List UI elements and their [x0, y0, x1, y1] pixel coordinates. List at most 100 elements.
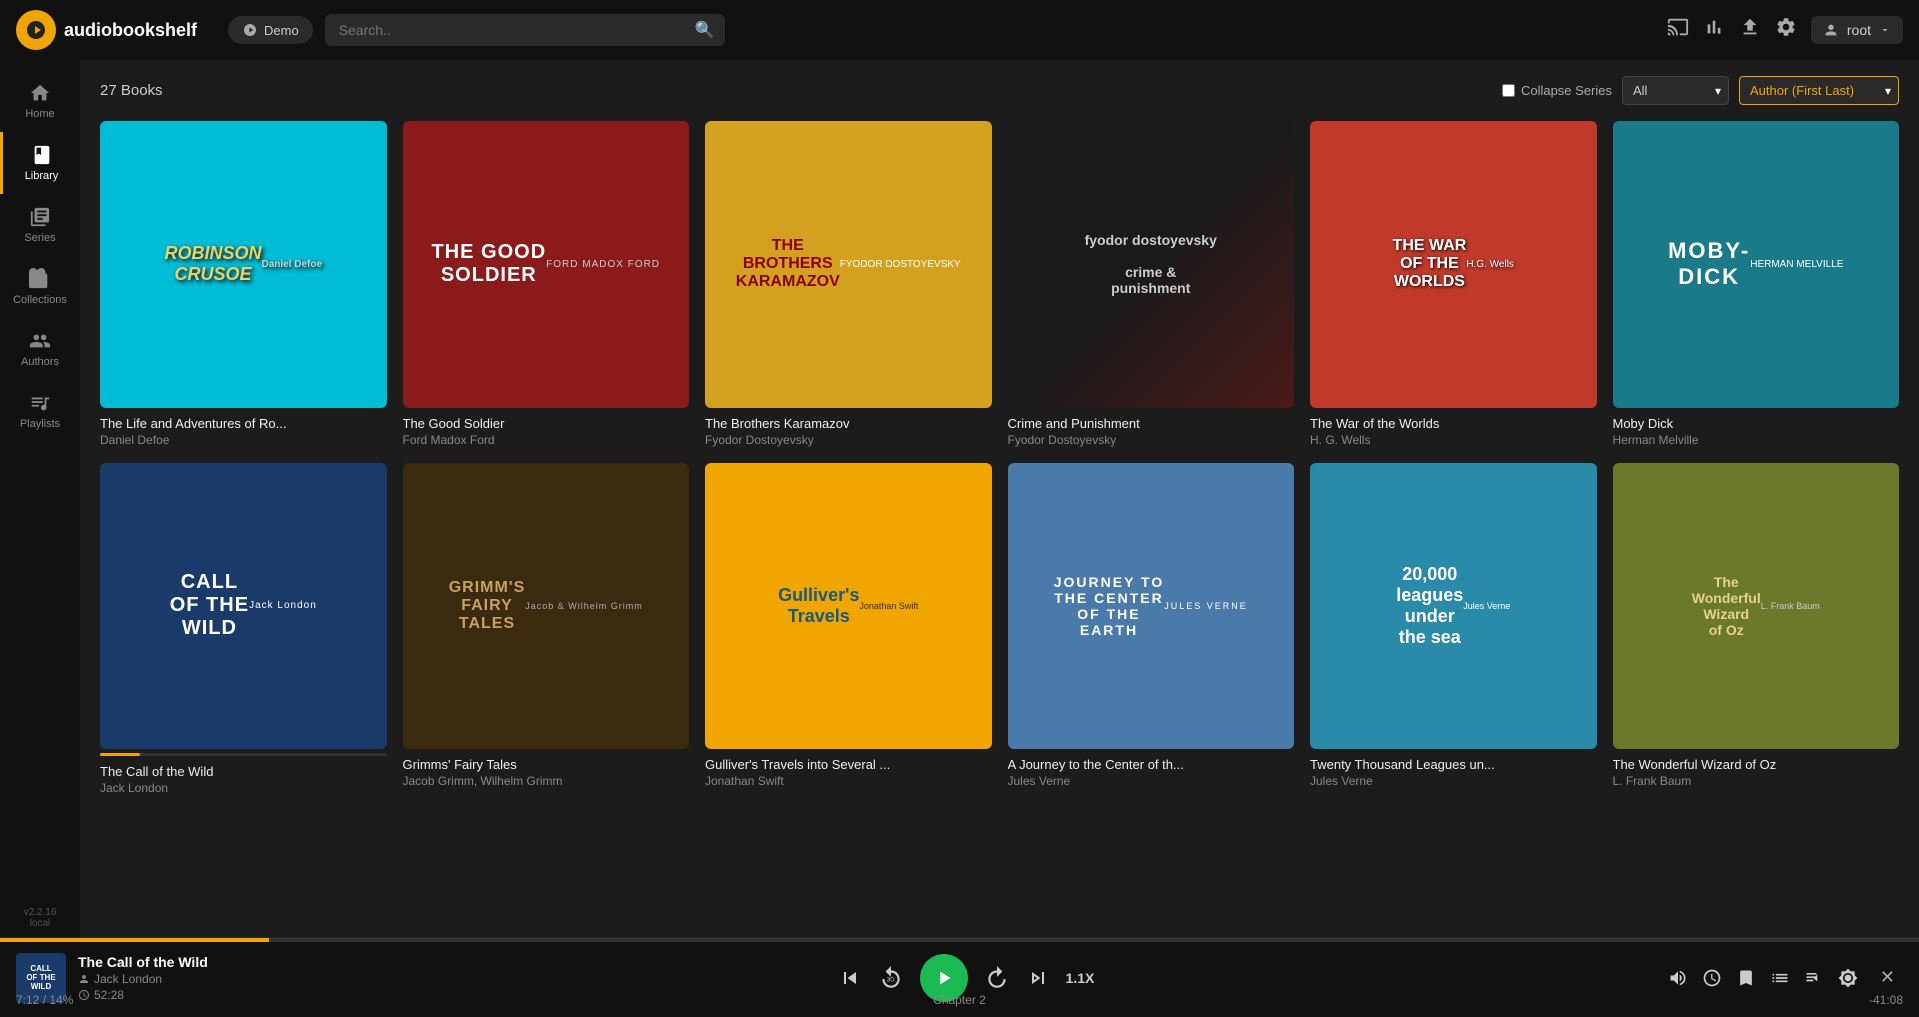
search-bar: 🔍: [325, 14, 725, 46]
cast-icon[interactable]: [1667, 16, 1689, 44]
speed-button[interactable]: 1.1X: [1066, 970, 1095, 986]
top-nav: audiobookshelf Demo 🔍 root: [0, 0, 1919, 60]
app-name: audiobookshelf: [64, 20, 197, 41]
book-cover-7: CALLOF THEWILDJack London: [100, 463, 387, 750]
book-cover-8: GRIMM'SFAIRYTALESJacob & Wilhelm Grimm: [403, 463, 690, 750]
toolbar: 27 Books Collapse Series All Finished In…: [100, 76, 1899, 105]
skip-to-end-button[interactable]: [1026, 966, 1050, 990]
book-cover-1: ROBINSONCRUSOEDaniel Defoe: [100, 121, 387, 408]
settings-icon[interactable]: [1775, 16, 1797, 44]
chapter-label: Chapter 2: [933, 993, 986, 1007]
book-card-4[interactable]: fyodor dostoyevskycrime &punishment Crim…: [1008, 121, 1295, 447]
book-cover-10: JOURNEY TOTHE CENTEROF THEEARTHJules Ver…: [1008, 463, 1295, 750]
book-card-12[interactable]: TheWonderfulWizardof OzL. Frank Baum The…: [1613, 463, 1900, 796]
logo-area: audiobookshelf: [16, 10, 216, 50]
sidebar: Home Library Series Collections Authors …: [0, 60, 80, 937]
book-cover-5: THE WAROF THEWORLDSH.G. Wells: [1310, 121, 1597, 408]
book-title-1: The Life and Adventures of Ro...: [100, 416, 387, 431]
search-icon[interactable]: 🔍: [695, 20, 715, 40]
book-cover-12: TheWonderfulWizardof OzL. Frank Baum: [1613, 463, 1900, 750]
sidebar-version: v2.2.16 local: [16, 899, 65, 937]
main-content: 27 Books Collapse Series All Finished In…: [80, 60, 1919, 937]
sidebar-label-library: Library: [25, 170, 59, 182]
book-title-3: The Brothers Karamazov: [705, 416, 992, 431]
upload-icon[interactable]: [1739, 16, 1761, 44]
player-bar: CALLOF THEWILD The Call of the Wild Jack…: [0, 937, 1919, 1017]
book-cover-3: THEBROTHERSKARAMAZOVFyodor Dostoyevsky: [705, 121, 992, 408]
book-title-6: Moby Dick: [1613, 416, 1900, 431]
player-duration-value: 52:28: [94, 988, 124, 1002]
book-grid: ROBINSONCRUSOEDaniel Defoe The Life and …: [100, 121, 1899, 795]
player-duration: 52:28: [78, 988, 264, 1002]
demo-badge[interactable]: Demo: [228, 16, 313, 44]
user-menu[interactable]: root: [1811, 16, 1903, 44]
sidebar-label-authors: Authors: [21, 356, 59, 368]
book-card-3[interactable]: THEBROTHERSKARAMAZOVFyodor Dostoyevsky T…: [705, 121, 992, 447]
chapters-button[interactable]: [1770, 968, 1790, 988]
stats-icon[interactable]: [1703, 16, 1725, 44]
book-title-9: Gulliver's Travels into Several ...: [705, 757, 992, 772]
book-card-5[interactable]: THE WAROF THEWORLDSH.G. Wells The War of…: [1310, 121, 1597, 447]
sidebar-label-collections: Collections: [13, 294, 67, 306]
book-card-6[interactable]: MOBY-DICKHERMAN MELVILLE Moby Dick Herma…: [1613, 121, 1900, 447]
queue-button[interactable]: [1804, 968, 1824, 988]
book-cover-2: THE GOODSOLDIERFORD MADOX FORD: [403, 121, 690, 408]
book-author-6: Herman Melville: [1613, 433, 1900, 447]
book-title-7: The Call of the Wild: [100, 764, 387, 779]
book-author-8: Jacob Grimm, Wilhelm Grimm: [403, 774, 690, 788]
logo-icon: [16, 10, 56, 50]
book-card-7[interactable]: CALLOF THEWILDJack London The Call of th…: [100, 463, 387, 796]
sidebar-item-collections[interactable]: Collections: [0, 256, 80, 318]
book-card-9[interactable]: Gulliver'sTravelsJonathan Swift Gulliver…: [705, 463, 992, 796]
book-card-8[interactable]: GRIMM'SFAIRYTALESJacob & Wilhelm Grimm G…: [403, 463, 690, 796]
volume-button[interactable]: [1668, 968, 1688, 988]
sidebar-item-series[interactable]: Series: [0, 194, 80, 256]
player-progress-bar[interactable]: [0, 938, 1919, 942]
theme-button[interactable]: [1838, 968, 1858, 988]
svg-text:30: 30: [886, 976, 894, 983]
username: root: [1847, 22, 1871, 38]
player-right-controls: ✕: [1652, 959, 1919, 996]
sidebar-item-authors[interactable]: Authors: [0, 318, 80, 380]
book-author-5: H. G. Wells: [1310, 433, 1597, 447]
player-meta: The Call of the Wild Jack London 52:28: [78, 954, 264, 1002]
sidebar-item-playlists[interactable]: Playlists: [0, 380, 80, 442]
book-title-12: The Wonderful Wizard of Oz: [1613, 757, 1900, 772]
book-author-1: Daniel Defoe: [100, 433, 387, 447]
filter-select[interactable]: All Finished In Progress Unread: [1622, 76, 1729, 105]
book-card-2[interactable]: THE GOODSOLDIERFORD MADOX FORD The Good …: [403, 121, 690, 447]
book-card-10[interactable]: JOURNEY TOTHE CENTEROF THEEARTHJules Ver…: [1008, 463, 1295, 796]
player-author: Jack London: [78, 972, 264, 986]
book-title-2: The Good Soldier: [403, 416, 690, 431]
book-card-1[interactable]: ROBINSONCRUSOEDaniel Defoe The Life and …: [100, 121, 387, 447]
book-author-3: Fyodor Dostoyevsky: [705, 433, 992, 447]
player-time-remaining: -41:08: [1869, 993, 1903, 1007]
top-nav-right: root: [1667, 16, 1903, 44]
book-title-10: A Journey to the Center of th...: [1008, 757, 1295, 772]
collapse-series-checkbox[interactable]: [1502, 84, 1515, 97]
sleep-timer-button[interactable]: [1702, 968, 1722, 988]
toolbar-right: Collapse Series All Finished In Progress…: [1502, 76, 1899, 105]
sidebar-item-library[interactable]: Library: [0, 132, 80, 194]
close-player-button[interactable]: ✕: [1872, 959, 1903, 996]
book-title-4: Crime and Punishment: [1008, 416, 1295, 431]
fast-forward-button[interactable]: [984, 965, 1010, 991]
sort-select[interactable]: Author (First Last) Title Added Publishe…: [1739, 76, 1899, 105]
book-author-2: Ford Madox Ford: [403, 433, 690, 447]
search-input[interactable]: [325, 14, 725, 46]
book-cover-4: fyodor dostoyevskycrime &punishment: [1008, 121, 1295, 408]
book-card-11[interactable]: 20,000leaguesunderthe seaJules Verne Twe…: [1310, 463, 1597, 796]
book-title-5: The War of the Worlds: [1310, 416, 1597, 431]
collapse-series-label[interactable]: Collapse Series: [1502, 83, 1612, 98]
sidebar-item-home[interactable]: Home: [0, 70, 80, 132]
demo-label: Demo: [264, 23, 299, 38]
book-title-11: Twenty Thousand Leagues un...: [1310, 757, 1597, 772]
rewind-button[interactable]: 30: [878, 965, 904, 991]
book-cover-6: MOBY-DICKHERMAN MELVILLE: [1613, 121, 1900, 408]
bookmark-button[interactable]: [1736, 968, 1756, 988]
skip-to-start-button[interactable]: [838, 966, 862, 990]
book-author-9: Jonathan Swift: [705, 774, 992, 788]
book-author-7: Jack London: [100, 781, 387, 795]
book-author-12: L. Frank Baum: [1613, 774, 1900, 788]
player-author-name: Jack London: [94, 972, 162, 986]
